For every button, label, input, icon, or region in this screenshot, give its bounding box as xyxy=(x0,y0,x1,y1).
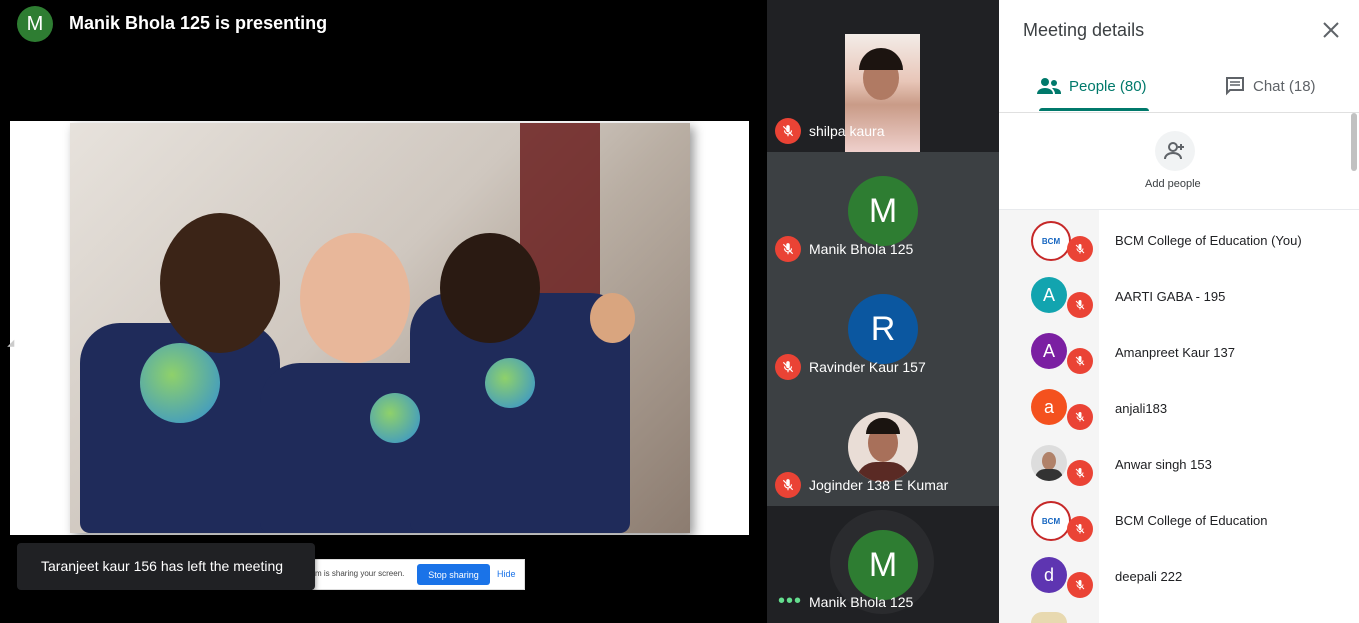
add-person-icon xyxy=(1164,142,1184,160)
slide xyxy=(10,121,749,535)
photo-globe-2 xyxy=(370,393,420,443)
mic-off-icon xyxy=(1067,292,1093,318)
photo-globe-1 xyxy=(140,343,220,423)
stop-sharing-button[interactable]: Stop sharing xyxy=(417,564,490,585)
mic-off-icon xyxy=(1067,236,1093,262)
participant-name: Amanpreet Kaur 137 xyxy=(1115,345,1235,360)
screen-share-bar: m is sharing your screen. Stop sharing H… xyxy=(312,559,525,590)
bcm-logo-avatar: BCM xyxy=(1031,501,1071,541)
list-item-partial-avatar xyxy=(1031,612,1067,623)
participant-tile[interactable]: M ••• Manik Bhola 125 xyxy=(767,506,999,623)
list-item[interactable]: BCM BCM College of Education (You) xyxy=(999,211,1349,267)
tile-name: Manik Bhola 125 xyxy=(809,241,914,257)
toast-text: Taranjeet kaur 156 has left the meeting xyxy=(41,558,284,574)
close-icon[interactable] xyxy=(1319,18,1343,42)
notification-toast: Taranjeet kaur 156 has left the meeting xyxy=(17,543,315,590)
participant-photo-avatar xyxy=(1031,445,1067,481)
photo-kid-face-3 xyxy=(440,233,540,343)
mic-off-icon xyxy=(1067,348,1093,374)
mic-off-icon xyxy=(775,472,801,498)
tab-people-label: People (80) xyxy=(1069,77,1147,95)
tile-avatar: M xyxy=(848,176,918,246)
participant-tile[interactable]: M Manik Bhola 125 xyxy=(767,152,999,270)
mic-off-icon xyxy=(775,118,801,144)
tile-avatar: R xyxy=(848,294,918,364)
tile-name: Joginder 138 E Kumar xyxy=(809,477,949,493)
logo-text: BCM xyxy=(1041,516,1061,526)
divider xyxy=(999,112,1359,113)
presentation-area: M Manik Bhola 125 is presenting m is sha… xyxy=(0,0,767,623)
participant-name: AARTI GABA - 195 xyxy=(1115,289,1226,304)
photo-kid-face-4 xyxy=(590,293,635,343)
tab-people[interactable]: People (80) xyxy=(1037,76,1147,96)
bcm-logo-avatar: BCM xyxy=(1031,221,1071,261)
list-item[interactable]: d deepali 222 xyxy=(999,547,1349,603)
participant-name: anjali183 xyxy=(1115,401,1168,416)
tab-chat-label: Chat (18) xyxy=(1253,77,1316,95)
tile-name: Ravinder Kaur 157 xyxy=(809,359,926,375)
mic-off-icon xyxy=(1067,404,1093,430)
share-bar-text: m is sharing your screen. xyxy=(315,569,405,578)
tile-avatar-photo xyxy=(848,412,918,482)
add-people-button[interactable] xyxy=(1155,131,1195,171)
photo-kid-face-1 xyxy=(160,213,280,353)
mic-off-icon xyxy=(775,236,801,262)
tab-chat[interactable]: Chat (18) xyxy=(1225,76,1316,96)
panel-title: Meeting details xyxy=(1023,20,1145,40)
tile-name: shilpa kaura xyxy=(809,123,885,139)
participant-hair xyxy=(859,48,903,70)
participant-name: BCM College of Education (You) xyxy=(1115,233,1302,248)
participant-tile[interactable]: Joginder 138 E Kumar xyxy=(767,388,999,506)
participant-name: BCM College of Education xyxy=(1115,513,1268,528)
hide-link[interactable]: Hide xyxy=(497,569,516,579)
mic-off-icon xyxy=(1067,516,1093,542)
tile-name: Manik Bhola 125 xyxy=(809,594,914,610)
participant-tiles: shilpa kaura M Manik Bhola 125 R Ravinde… xyxy=(767,0,999,623)
mic-off-icon xyxy=(775,354,801,380)
add-people-label[interactable]: Add people xyxy=(1145,178,1201,190)
presentation-header: M Manik Bhola 125 is presenting xyxy=(0,0,767,48)
tile-avatar: M xyxy=(848,530,918,600)
mic-off-icon xyxy=(1067,572,1093,598)
participant-avatar: a xyxy=(1031,389,1067,425)
photo-kid-face-2 xyxy=(300,233,410,363)
active-tab-indicator xyxy=(1039,108,1149,111)
list-item[interactable]: A AARTI GABA - 195 xyxy=(999,267,1349,323)
participant-avatar: A xyxy=(1031,277,1067,313)
list-item[interactable]: A Amanpreet Kaur 137 xyxy=(999,323,1349,379)
chat-icon xyxy=(1226,77,1244,96)
avatar-face xyxy=(1042,452,1056,470)
presenting-title: Manik Bhola 125 is presenting xyxy=(69,13,328,33)
scrollbar[interactable] xyxy=(1351,113,1357,171)
speaking-indicator-icon: ••• xyxy=(778,590,803,612)
photo-globe-3 xyxy=(485,358,535,408)
mic-off-icon xyxy=(1067,460,1093,486)
list-item[interactable]: Anwar singh 153 xyxy=(999,435,1349,491)
participant-name: Anwar singh 153 xyxy=(1115,457,1212,472)
participant-avatar: A xyxy=(1031,333,1067,369)
participant-name: deepali 222 xyxy=(1115,569,1183,584)
logo-text: BCM xyxy=(1041,236,1061,246)
participant-avatar: d xyxy=(1031,557,1067,593)
slide-photo xyxy=(70,123,690,533)
avatar-shirt xyxy=(1035,469,1063,481)
list-item[interactable]: a anjali183 xyxy=(999,379,1349,435)
list-item[interactable]: BCM BCM College of Education xyxy=(999,491,1349,547)
meeting-details-panel: Meeting details People (80) Chat (18) Ad… xyxy=(999,0,1359,623)
people-icon xyxy=(1037,78,1061,94)
participant-tile[interactable]: R Ravinder Kaur 157 xyxy=(767,270,999,388)
participant-tile[interactable]: shilpa kaura xyxy=(767,34,999,152)
presenter-avatar: M xyxy=(17,6,53,42)
avatar-hair xyxy=(866,418,900,434)
